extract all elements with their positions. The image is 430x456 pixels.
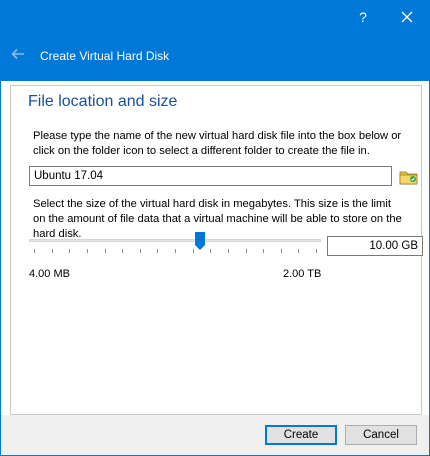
- slider-tick: [210, 249, 212, 253]
- slider-tick: [245, 249, 247, 253]
- location-description: Please type the name of the new virtual …: [33, 130, 402, 157]
- close-icon: [401, 11, 413, 23]
- dialog-footer: Create Cancel: [1, 415, 429, 455]
- page-heading: File location and size: [28, 93, 178, 110]
- slider-tick: [298, 249, 300, 253]
- slider-tick: [86, 249, 88, 253]
- size-value-input[interactable]: [327, 236, 423, 256]
- slider-tick: [192, 249, 194, 253]
- choose-folder-button[interactable]: [399, 167, 419, 187]
- size-slider[interactable]: [29, 228, 321, 254]
- slider-tick: [104, 249, 106, 253]
- slider-tick: [34, 249, 35, 253]
- file-name-input[interactable]: [29, 166, 392, 186]
- slider-tick: [51, 249, 53, 253]
- slider-tick: [175, 249, 176, 253]
- slider-thumb-icon: [195, 232, 206, 250]
- slider-tick: [122, 249, 124, 253]
- cancel-button[interactable]: Cancel: [345, 425, 417, 445]
- max-size-label: 2.00 TB: [283, 268, 322, 280]
- slider-tick: [69, 249, 71, 253]
- folder-icon: [399, 171, 418, 185]
- slider-tick: [139, 249, 141, 253]
- slider-track[interactable]: [29, 239, 321, 242]
- close-button[interactable]: [385, 1, 429, 33]
- back-arrow-icon: [11, 48, 24, 60]
- back-button[interactable]: [7, 43, 29, 65]
- create-virtual-hard-disk-dialog: ? Create Virtual Hard Disk File location…: [0, 0, 430, 456]
- slider-tick: [227, 249, 229, 253]
- slider-thumb[interactable]: [195, 232, 206, 250]
- slider-tick: [263, 249, 265, 253]
- help-button[interactable]: ?: [341, 1, 385, 33]
- create-button[interactable]: Create: [265, 425, 337, 445]
- wizard-title: Create Virtual Hard Disk: [40, 49, 170, 63]
- slider-tick: [157, 249, 159, 253]
- wizard-page: File location and size Please type the n…: [10, 85, 423, 415]
- slider-tick: [316, 249, 317, 253]
- slider-tick: [280, 249, 282, 253]
- dialog-header: ? Create Virtual Hard Disk: [1, 1, 429, 81]
- min-size-label: 4.00 MB: [29, 268, 70, 280]
